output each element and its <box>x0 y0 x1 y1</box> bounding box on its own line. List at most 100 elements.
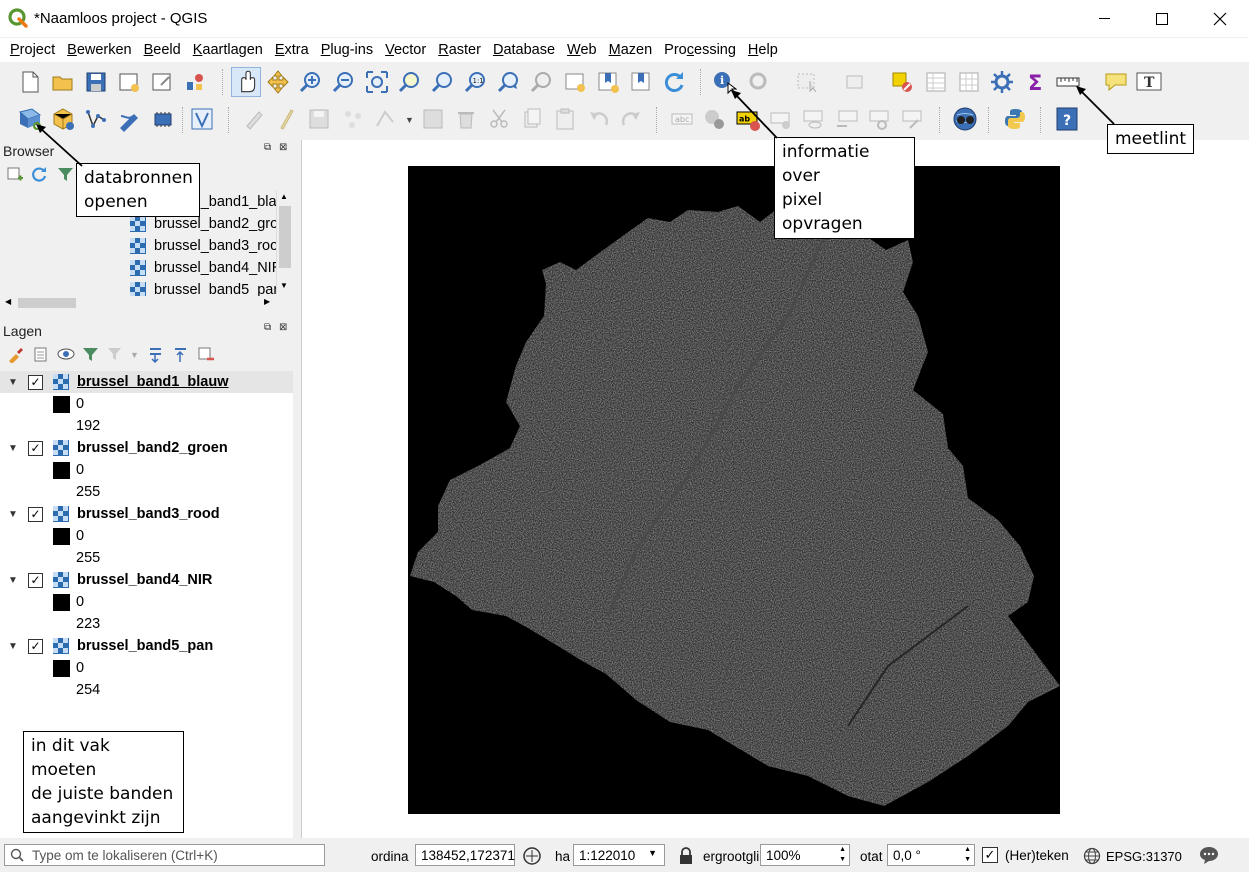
menu-extra[interactable]: Extra <box>269 42 315 58</box>
scroll-up-icon[interactable]: ▲ <box>280 192 288 201</box>
browser-vertical-scrollbar[interactable]: ▲ ▼ <box>276 190 292 294</box>
globe-icon[interactable] <box>1083 847 1101 865</box>
vertex-tool-icon[interactable] <box>373 106 399 132</box>
save-project-icon[interactable] <box>83 69 109 95</box>
pan-map-icon[interactable] <box>231 67 261 97</box>
layer-visibility-checkbox[interactable]: ✓ <box>28 638 43 654</box>
messages-icon[interactable] <box>1198 845 1220 865</box>
layer-row[interactable]: ▼ ✓ brussel_band3_rood <box>0 503 293 525</box>
add-group-icon[interactable] <box>32 346 49 363</box>
menu-kaartlagen[interactable]: Kaartlagen <box>187 42 269 58</box>
layer-row[interactable]: ▼ ✓ brussel_band4_NIR <box>0 569 293 591</box>
dock-float-button[interactable]: ⧉ <box>264 322 271 333</box>
filter-by-expression-icon[interactable] <box>107 346 126 363</box>
remove-layer-icon[interactable] <box>197 346 214 363</box>
browser-item[interactable]: brussel_band3_roo <box>130 235 278 257</box>
paste-features-icon[interactable] <box>552 106 578 132</box>
new-map-view-icon[interactable] <box>562 69 588 95</box>
modify-attributes-icon[interactable] <box>420 106 446 132</box>
layout-manager-icon[interactable] <box>149 69 175 95</box>
manage-map-themes-icon[interactable] <box>57 346 76 363</box>
add-selected-layers-icon[interactable] <box>6 166 23 183</box>
menu-web[interactable]: Web <box>561 42 603 58</box>
add-feature-icon[interactable] <box>340 106 366 132</box>
undo-icon[interactable] <box>586 106 612 132</box>
python-console-icon[interactable] <box>1002 106 1028 132</box>
coordinate-field[interactable]: 138452,172371 <box>415 844 515 866</box>
dock-close-button[interactable]: ⊠ <box>279 142 287 153</box>
dock-close-button[interactable]: ⊠ <box>279 322 287 333</box>
field-calculator-icon[interactable] <box>956 69 982 95</box>
menu-vector[interactable]: Vector <box>379 42 432 58</box>
lock-scale-icon[interactable] <box>678 847 694 865</box>
browser-item[interactable]: brussel_band4_NIR <box>130 257 282 279</box>
maximize-button[interactable] <box>1133 0 1191 37</box>
save-edits-icon[interactable] <box>306 106 332 132</box>
select-features-icon[interactable] <box>795 69 821 95</box>
menu-project[interactable]: Project <box>4 42 61 58</box>
quickmapservices-icon[interactable] <box>951 105 979 133</box>
close-button[interactable] <box>1191 0 1249 37</box>
show-hide-labels-icon[interactable] <box>801 106 827 132</box>
statistics-icon[interactable]: Σ <box>1022 69 1048 95</box>
browser-item[interactable]: brussel_band5_par <box>130 279 278 296</box>
rotate-label-icon[interactable] <box>867 106 893 132</box>
collapse-toggle-icon[interactable]: ▼ <box>8 377 18 388</box>
panel-splitter[interactable] <box>293 140 301 838</box>
open-layer-styling-icon[interactable] <box>7 346 24 363</box>
collapse-toggle-icon[interactable]: ▼ <box>8 575 18 586</box>
layer-row[interactable]: ▼ ✓ brussel_band5_pan <box>0 635 293 657</box>
render-checkbox[interactable]: ✓ <box>982 847 998 863</box>
deselect-all-icon[interactable] <box>890 69 916 95</box>
layer-row[interactable]: ▼ ✓ brussel_band2_groen <box>0 437 293 459</box>
layer-labeling-icon[interactable]: abc <box>669 106 695 132</box>
model-designer-icon[interactable] <box>189 106 215 132</box>
menu-beeld[interactable]: Beeld <box>138 42 187 58</box>
layer-visibility-checkbox[interactable]: ✓ <box>28 374 43 390</box>
zoom-to-selection-icon[interactable] <box>397 69 423 95</box>
scrollbar-thumb[interactable] <box>18 298 76 308</box>
zoom-out-icon[interactable] <box>331 69 357 95</box>
refresh-icon[interactable] <box>661 69 687 95</box>
scroll-down-icon[interactable]: ▼ <box>280 281 288 290</box>
zoom-last-icon[interactable] <box>496 69 522 95</box>
collapse-toggle-icon[interactable]: ▼ <box>8 509 18 520</box>
deselect-features-icon[interactable] <box>843 69 869 95</box>
zoom-in-icon[interactable] <box>298 69 324 95</box>
map-canvas[interactable] <box>301 140 1249 838</box>
current-edits-icon[interactable] <box>241 106 267 132</box>
menu-database[interactable]: Database <box>487 42 561 58</box>
layer-visibility-checkbox[interactable]: ✓ <box>28 572 43 588</box>
style-manager-icon[interactable] <box>182 69 208 95</box>
zoom-native-icon[interactable]: 1:1 <box>463 69 489 95</box>
minimize-button[interactable] <box>1075 0 1133 37</box>
collapse-toggle-icon[interactable]: ▼ <box>8 443 18 454</box>
move-label-icon[interactable] <box>834 106 860 132</box>
chevron-down-icon[interactable]: ▼ <box>130 350 139 360</box>
new-bookmark-icon[interactable] <box>595 69 621 95</box>
attribute-table-icon[interactable] <box>923 69 949 95</box>
zoom-to-layer-icon[interactable] <box>430 69 456 95</box>
scale-combobox[interactable]: 1:122010 ▼ <box>573 844 665 866</box>
new-print-layout-icon[interactable] <box>116 69 142 95</box>
zoom-next-icon[interactable] <box>529 69 555 95</box>
change-label-icon[interactable] <box>900 106 926 132</box>
processing-toolbox-icon[interactable] <box>989 69 1015 95</box>
menu-raster[interactable]: Raster <box>432 42 487 58</box>
pan-to-selection-icon[interactable] <box>265 69 291 95</box>
filter-legend-icon[interactable] <box>82 346 99 363</box>
locator-search-input[interactable]: Type om te lokaliseren (Ctrl+K) <box>4 844 325 866</box>
menu-mazen[interactable]: Mazen <box>603 42 659 58</box>
layer-row[interactable]: ▼ ✓ brussel_band1_blauw <box>0 371 293 393</box>
menu-help[interactable]: Help <box>742 42 784 58</box>
toggle-extents-icon[interactable] <box>522 846 542 866</box>
rotation-spinbox[interactable]: 0,0 ° ▲ ▼ <box>887 844 975 866</box>
collapse-toggle-icon[interactable]: ▼ <box>8 641 18 652</box>
chevron-down-icon[interactable]: ▼ <box>405 115 414 125</box>
delete-selected-icon[interactable] <box>453 106 479 132</box>
menu-processing[interactable]: Processing <box>658 42 742 58</box>
open-project-icon[interactable] <box>50 69 76 95</box>
gps-icon[interactable] <box>150 106 176 132</box>
new-project-icon[interactable] <box>17 69 43 95</box>
scroll-left-icon[interactable]: ◀ <box>5 297 11 306</box>
